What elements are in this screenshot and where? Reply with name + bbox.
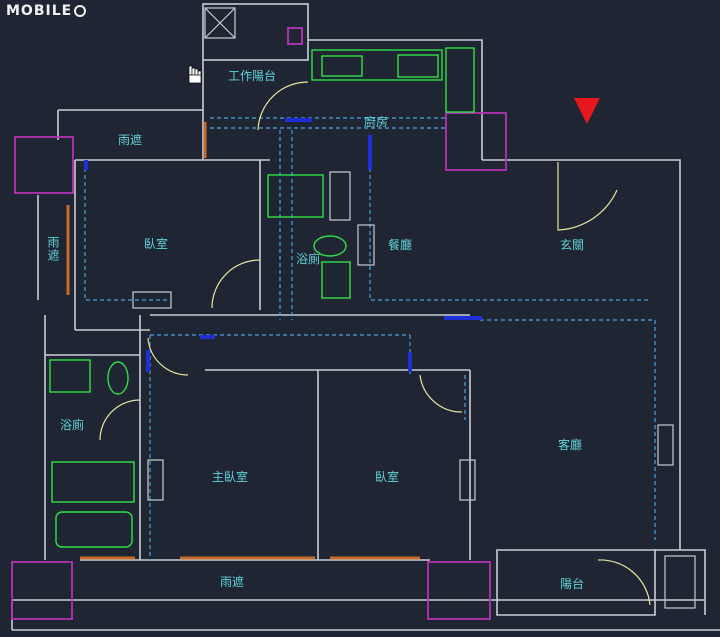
- label-master-bedroom: 主臥室: [212, 470, 249, 484]
- logo-ring-icon: [74, 5, 87, 17]
- toilet-west-icon: [107, 361, 129, 395]
- label-rain-shelter-bottom: 雨遮: [220, 575, 245, 589]
- cabinet-center: [329, 171, 351, 221]
- sink-icon: [321, 55, 363, 77]
- cabinet-dining: [357, 224, 375, 266]
- door-bedroom-south: [419, 374, 463, 413]
- windows: [66, 122, 420, 560]
- brand-logo: MOBILE: [6, 3, 87, 19]
- column-south: [427, 561, 491, 620]
- bathtub-icon: [55, 511, 133, 548]
- door-master: [147, 337, 189, 376]
- door-work-balcony: [257, 81, 309, 131]
- cabinets: [132, 7, 696, 609]
- label-bathroom-center: 浴廁: [296, 252, 321, 266]
- floor-plan: MOBILE 工作陽台 廚房 雨遮 雨遮 臥室 浴廁 餐廳 玄關 浴廁 主臥室 …: [0, 0, 720, 637]
- stove-icon: [397, 54, 439, 78]
- label-dining: 餐廳: [388, 238, 413, 252]
- wall-balcony-right: [655, 549, 706, 615]
- floor-plan-drawing: [11, 3, 720, 631]
- label-rain-shelter-left: 雨遮: [46, 236, 60, 262]
- wall-kitchen-top: [308, 39, 483, 160]
- walls: [11, 3, 720, 631]
- cabinet-living: [657, 424, 674, 466]
- label-rain-shelter-top: 雨遮: [118, 133, 143, 147]
- label-bathroom-west: 浴廁: [60, 418, 85, 432]
- columns: [11, 27, 507, 620]
- wall-work-balcony-top: [202, 3, 309, 61]
- column-west: [14, 136, 74, 194]
- dashed-lines: [84, 117, 656, 560]
- label-entrance: 玄關: [560, 238, 585, 252]
- label-living: 客廳: [558, 438, 583, 452]
- label-bedroom-south: 臥室: [375, 470, 400, 484]
- triangle-down-icon: [574, 98, 600, 124]
- hand-cursor-icon[interactable]: [188, 65, 202, 84]
- label-work-balcony: 工作陽台: [228, 69, 277, 83]
- kitchen-cabinet: [445, 47, 475, 113]
- washer-area: [267, 174, 324, 218]
- cabinet-master: [147, 459, 164, 501]
- dash-bedroom-nw: [84, 168, 170, 301]
- label-kitchen: 廚房: [364, 115, 389, 129]
- door-balcony: [597, 559, 651, 606]
- column-center: [445, 112, 507, 171]
- shower-icon: [51, 461, 135, 503]
- door-bedroom-nw: [211, 259, 261, 309]
- fixtures: [49, 47, 475, 548]
- cabinet-bedroom-south: [459, 459, 476, 501]
- column-small: [287, 27, 303, 45]
- dash-dining: [369, 168, 650, 301]
- door-bathroom-west: [99, 399, 141, 441]
- label-bedroom-nw: 臥室: [144, 237, 169, 251]
- door-entrance: [557, 162, 618, 231]
- cabinet-cross: [204, 7, 236, 39]
- column-sw: [11, 561, 73, 620]
- label-balcony: 陽台: [560, 577, 585, 591]
- basin-west: [49, 359, 91, 393]
- basin-center: [321, 261, 351, 299]
